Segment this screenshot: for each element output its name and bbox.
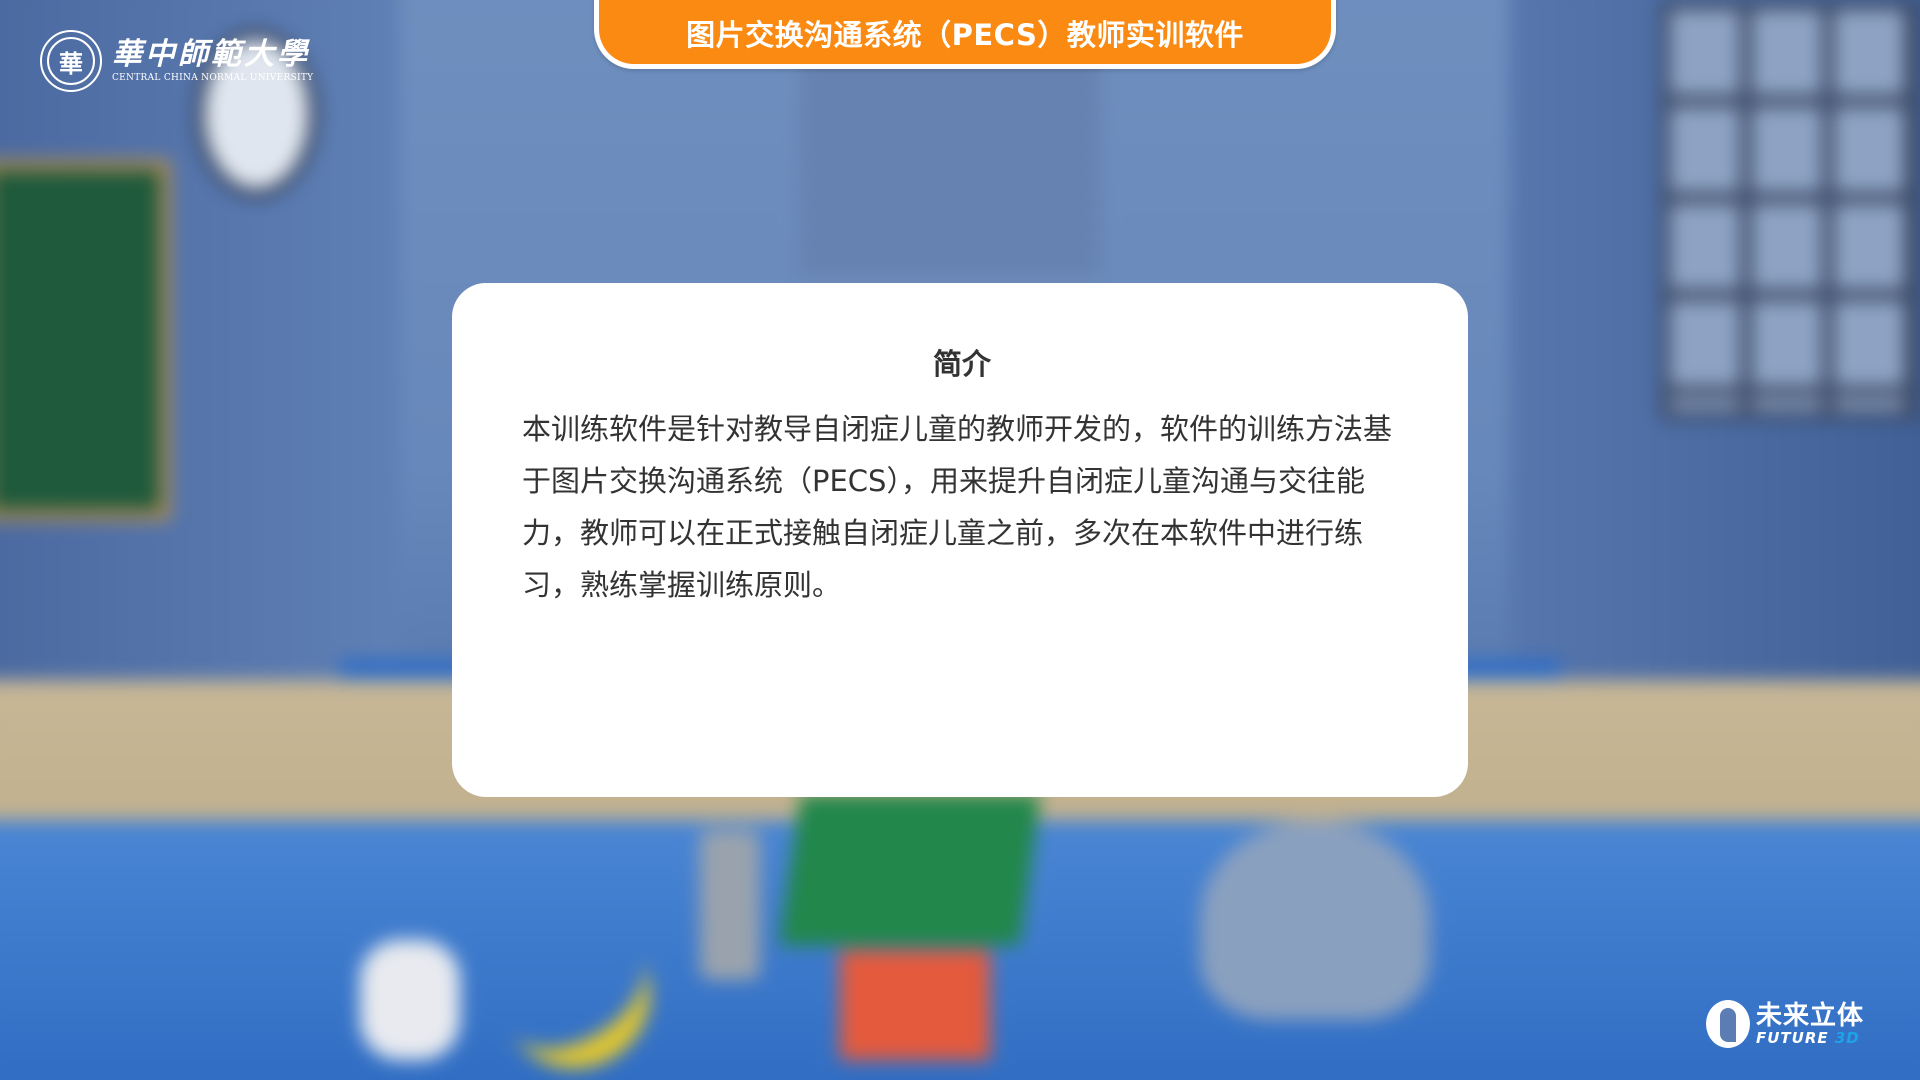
seal-char: 華 bbox=[47, 37, 95, 85]
brand-name-en: FUTURE 3D bbox=[1756, 1030, 1864, 1046]
green-book bbox=[779, 795, 1041, 945]
brand-name-en-main: FUTURE bbox=[1756, 1029, 1829, 1047]
dialog-title: 简介 bbox=[932, 347, 991, 381]
app-title: 图片交换沟通系统（PECS）教师实训软件 bbox=[686, 18, 1244, 52]
intro-dialog: 简介 本训练软件是针对教导自闭症儿童的教师开发的，软件的训练方法基于图片交换沟通… bbox=[452, 283, 1468, 797]
university-seal-icon: 華 bbox=[40, 30, 102, 92]
app-screen: 图片交换沟通系统（PECS）教师实训软件 華 華中師範大學 CENTRAL CH… bbox=[0, 0, 1920, 1080]
brand-text: 未来立体 FUTURE 3D bbox=[1756, 1002, 1864, 1046]
chalkboard bbox=[0, 160, 170, 520]
bottle bbox=[700, 830, 760, 980]
brand-mark-icon bbox=[1706, 1000, 1750, 1048]
brand-name-cn: 未来立体 bbox=[1756, 1001, 1865, 1031]
app-title-banner: 图片交换沟通系统（PECS）教师实训软件 bbox=[594, 0, 1336, 69]
brand-name-en-accent: 3D bbox=[1834, 1029, 1860, 1047]
university-logo: 華 華中師範大學 CENTRAL CHINA NORMAL UNIVERSITY bbox=[40, 30, 313, 92]
white-object bbox=[360, 940, 460, 1060]
classroom-window bbox=[1660, 0, 1920, 420]
picture-card bbox=[840, 950, 990, 1060]
university-name: 華中師範大學 CENTRAL CHINA NORMAL UNIVERSITY bbox=[112, 38, 313, 84]
university-name-en: CENTRAL CHINA NORMAL UNIVERSITY bbox=[112, 73, 314, 83]
brand-logo: 未来立体 FUTURE 3D bbox=[1706, 1000, 1864, 1048]
cap bbox=[1200, 820, 1430, 1020]
dialog-body-text: 本训练软件是针对教导自闭症儿童的教师开发的，软件的训练方法基于图片交换沟通系统（… bbox=[522, 412, 1393, 602]
university-name-cn: 華中師範大學 bbox=[112, 37, 310, 72]
